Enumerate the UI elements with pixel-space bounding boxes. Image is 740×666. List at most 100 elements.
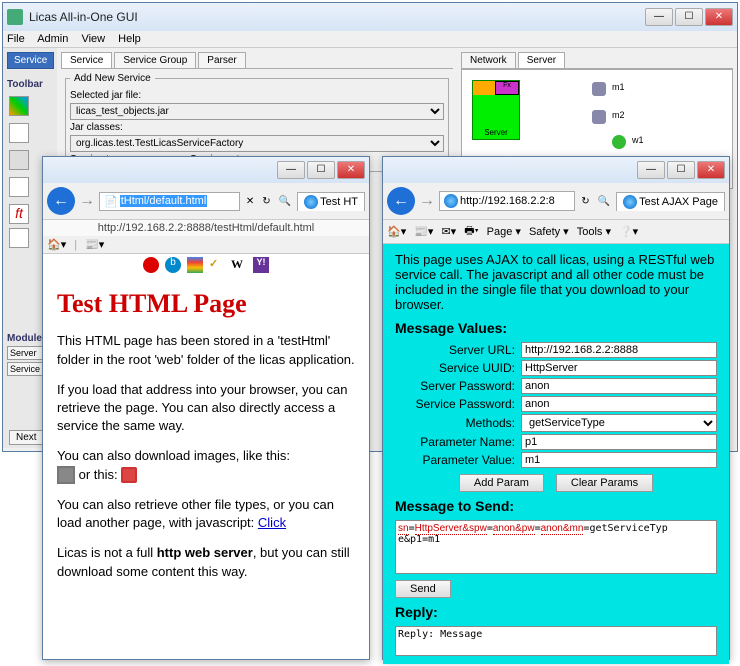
paragraph-1: This HTML page has been stored in a 'tes… xyxy=(57,332,355,368)
inline-image-1 xyxy=(57,466,75,484)
server-url-input[interactable] xyxy=(521,342,717,358)
menu-help[interactable]: Help xyxy=(118,33,141,45)
menu-file[interactable]: File xyxy=(7,33,25,45)
inline-image-2 xyxy=(121,467,137,483)
close-button[interactable]: ✕ xyxy=(337,161,365,179)
url-full: http://192.168.2.2:8888/testHtml/default… xyxy=(43,220,369,236)
paragraph-2: If you load that address into your brows… xyxy=(57,381,355,436)
clear-params-button[interactable]: Clear Params xyxy=(556,474,653,492)
reply-textarea[interactable]: Reply: Message xyxy=(395,626,717,656)
page-content: Test HTML Page This HTML page has been s… xyxy=(43,276,369,603)
page-menu[interactable]: Page ▾ xyxy=(487,225,521,238)
yahoo-icon[interactable]: Y! xyxy=(253,257,269,273)
tab-server[interactable]: Server xyxy=(518,52,565,68)
tools-menu[interactable]: Tools ▾ xyxy=(577,225,611,238)
back-button[interactable]: ← xyxy=(47,187,75,215)
url-input[interactable]: http://192.168.2.2:8 xyxy=(439,191,575,211)
url-input[interactable]: 📄tHtml/default.html xyxy=(99,192,240,211)
send-button[interactable]: Send xyxy=(395,580,451,598)
window-title: Licas All-in-One GUI xyxy=(29,10,645,24)
print-icon[interactable]: 🖶▾ xyxy=(464,222,478,241)
refresh-icon[interactable]: ↻ xyxy=(579,196,591,207)
menu-view[interactable]: View xyxy=(81,33,105,45)
forward-icon[interactable]: → xyxy=(419,192,435,210)
node-m1[interactable] xyxy=(592,82,606,96)
close-button[interactable]: ✕ xyxy=(697,161,725,179)
refresh-icon[interactable]: ↻ xyxy=(260,196,272,207)
maximize-button[interactable]: ☐ xyxy=(307,161,335,179)
browser-left: — ☐ ✕ ← → 📄tHtml/default.html ✕ ↻ 🔍 Test… xyxy=(42,156,370,660)
server-url-label: Server URL: xyxy=(395,343,515,357)
msg-values-heading: Message Values: xyxy=(395,320,717,336)
maximize-button[interactable]: ☐ xyxy=(667,161,695,179)
param-value-input[interactable] xyxy=(521,452,717,468)
server-node[interactable]: Fx Server xyxy=(472,80,520,140)
tab-network[interactable]: Network xyxy=(461,52,516,68)
feeds-icon[interactable]: 📰▾ xyxy=(414,225,433,238)
minimize-button[interactable]: — xyxy=(637,161,665,179)
service-pw-label: Service Password: xyxy=(395,397,515,411)
tab-parser[interactable]: Parser xyxy=(198,52,245,68)
browser-left-titlebar: — ☐ ✕ xyxy=(43,157,369,183)
server-pw-input[interactable] xyxy=(521,378,717,394)
back-button[interactable]: ← xyxy=(387,187,415,215)
maximize-button[interactable]: ☐ xyxy=(675,8,703,26)
methods-select[interactable]: getServiceType xyxy=(521,414,717,432)
bing-icon[interactable]: b xyxy=(165,257,181,273)
search-icon[interactable]: 🔍 xyxy=(277,196,293,207)
service-uuid-input[interactable] xyxy=(521,360,717,376)
tool-icon-5[interactable]: ft xyxy=(9,204,29,224)
minimize-button[interactable]: — xyxy=(277,161,305,179)
tool-icon-1[interactable] xyxy=(9,96,29,116)
service-button[interactable]: Service xyxy=(7,52,54,69)
jar-classes-label: Jar classes: xyxy=(70,122,150,133)
toolbar-row: 🏠▾ 📰▾ ✉▾ 🖶▾ Page ▾ Safety ▾ Tools ▾ ❔▾ xyxy=(383,220,729,244)
help-icon[interactable]: ❔▾ xyxy=(619,225,638,238)
form: Server URL: Service UUID: Server Passwor… xyxy=(395,342,717,468)
param-name-label: Parameter Name: xyxy=(395,435,515,449)
check-icon[interactable]: ✓ xyxy=(209,257,225,273)
node-w1[interactable] xyxy=(612,135,626,149)
tool-icon-2[interactable] xyxy=(9,123,29,143)
param-name-input[interactable] xyxy=(521,434,717,450)
mail-icon[interactable]: ✉▾ xyxy=(441,225,456,238)
page-content: This page uses AJAX to call licas, using… xyxy=(383,244,729,664)
click-link[interactable]: Click xyxy=(258,515,286,530)
wikipedia-icon[interactable]: W xyxy=(231,257,247,273)
selected-jar-label: Selected jar file: xyxy=(70,90,150,101)
jar-classes-select[interactable]: org.licas.test.TestLicasServiceFactory xyxy=(70,135,444,152)
paragraph-3: You can also download images, like this:… xyxy=(57,447,355,484)
tab-service[interactable]: Service xyxy=(61,52,112,68)
close-button[interactable]: ✕ xyxy=(705,8,733,26)
next-button[interactable]: Next xyxy=(9,430,44,445)
google-icon[interactable] xyxy=(187,257,203,273)
tool-icon-4[interactable] xyxy=(9,177,29,197)
search-icon[interactable]: 🔍 xyxy=(596,196,612,207)
search-icons: b ✓ W Y! xyxy=(43,254,369,276)
minimize-button[interactable]: — xyxy=(645,8,673,26)
stop-icon[interactable]: ✕ xyxy=(244,196,256,207)
menu-admin[interactable]: Admin xyxy=(37,33,68,45)
browser-tab[interactable]: Test AJAX Page xyxy=(616,192,725,211)
ie-icon xyxy=(444,194,458,208)
feeds-icon[interactable]: 📰▾ xyxy=(85,238,104,251)
forward-icon[interactable]: → xyxy=(79,192,95,210)
tool-icon-6[interactable] xyxy=(9,228,29,248)
ask-icon[interactable] xyxy=(143,257,159,273)
node-m2[interactable] xyxy=(592,110,606,124)
browser-tab[interactable]: Test HT xyxy=(297,192,365,211)
home-icon[interactable]: 🏠▾ xyxy=(387,225,406,238)
tool-icon-3[interactable] xyxy=(9,150,29,170)
intro-text: This page uses AJAX to call licas, using… xyxy=(395,252,717,312)
ie-icon xyxy=(623,195,637,209)
add-param-button[interactable]: Add Param xyxy=(459,474,544,492)
message-textarea[interactable]: sn=HttpServer&spw=anon&pw=anon&mn=getSer… xyxy=(395,520,717,574)
msg-send-heading: Message to Send: xyxy=(395,498,717,514)
tab-service-group[interactable]: Service Group xyxy=(114,52,196,68)
selected-jar-select[interactable]: licas_test_objects.jar xyxy=(70,103,444,120)
service-pw-input[interactable] xyxy=(521,396,717,412)
safety-menu[interactable]: Safety ▾ xyxy=(529,225,569,238)
titlebar: Licas All-in-One GUI — ☐ ✕ xyxy=(3,3,737,31)
home-icon[interactable]: 🏠▾ xyxy=(47,238,66,251)
server-pw-label: Server Password: xyxy=(395,379,515,393)
